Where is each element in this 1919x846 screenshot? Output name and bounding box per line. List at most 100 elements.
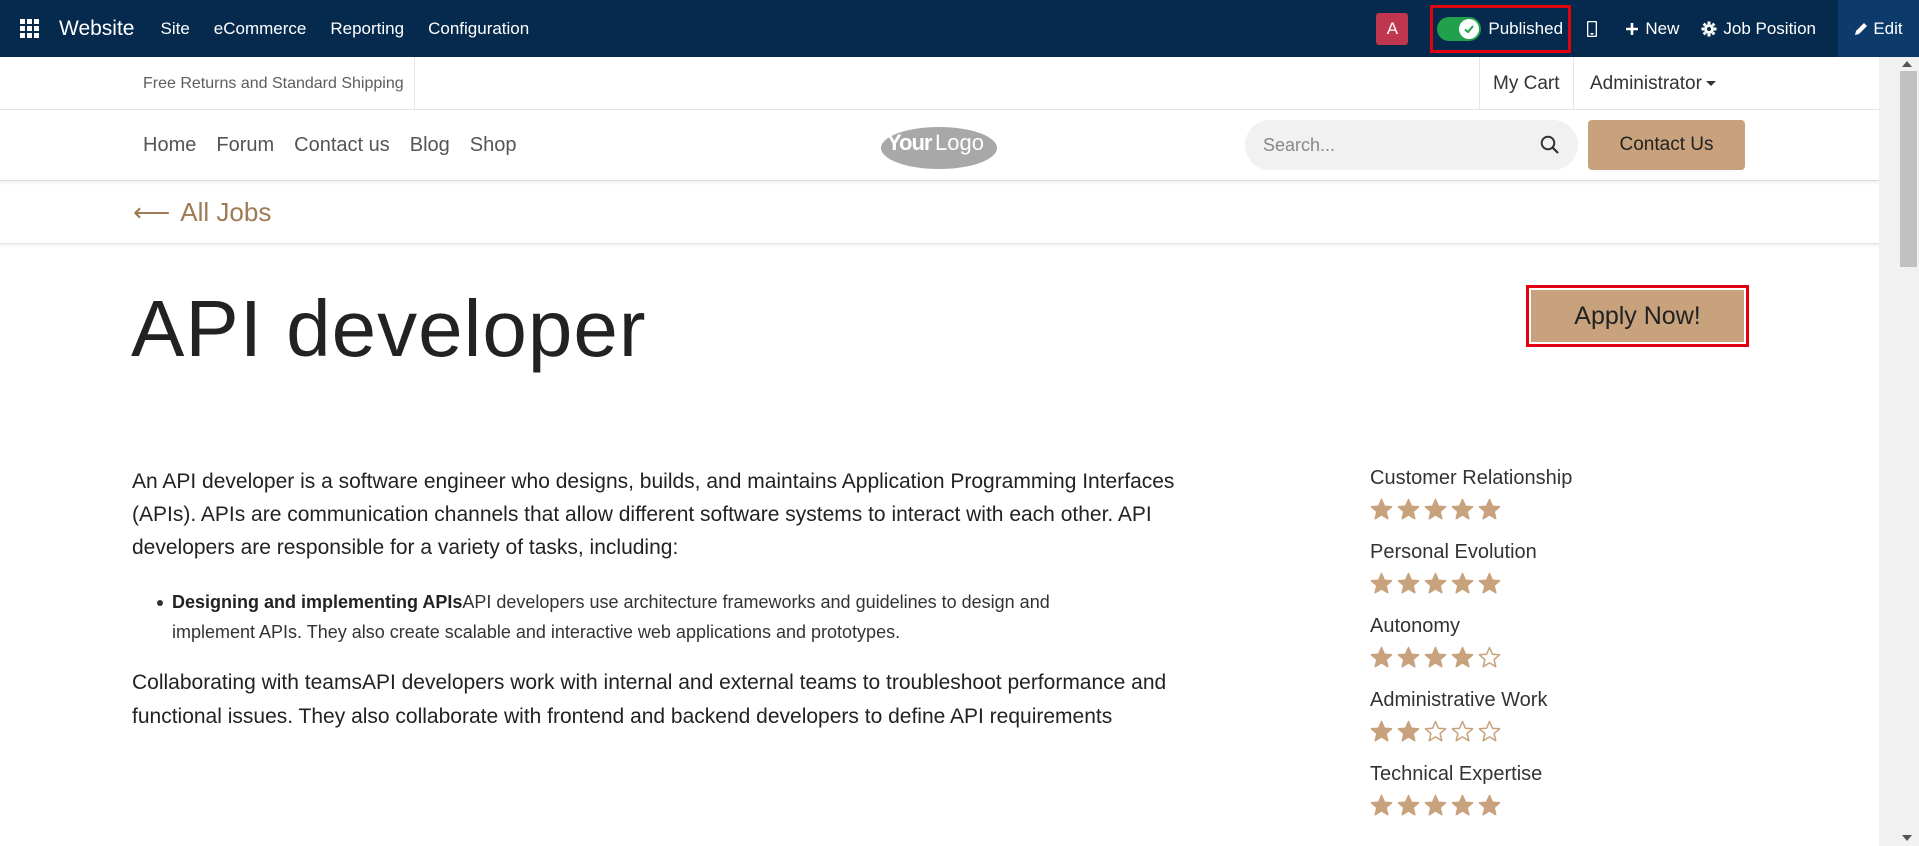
new-button[interactable]: New [1625, 19, 1679, 39]
nav-link-shop[interactable]: Shop [470, 134, 517, 157]
star-filled-icon [1370, 646, 1393, 669]
star-filled-icon [1424, 646, 1447, 669]
site-logo[interactable]: Your Logo [879, 122, 998, 170]
star-empty-icon [1478, 720, 1501, 743]
star-filled-icon [1424, 498, 1447, 521]
star-rating [1370, 494, 1670, 524]
skill-name: Autonomy [1370, 615, 1461, 637]
scrollbar-thumb[interactable] [1900, 71, 1917, 267]
star-filled-icon [1451, 646, 1474, 669]
scroll-up-arrow-icon[interactable] [1902, 61, 1912, 67]
toggle-switch[interactable] [1437, 16, 1482, 41]
bullet-icon [157, 600, 163, 606]
nav-link-home[interactable]: Home [143, 134, 196, 157]
skills-panel: Customer Relationship Personal Evolution… [1370, 462, 1670, 832]
apply-highlight: Apply Now! [1526, 285, 1749, 347]
star-filled-icon [1451, 572, 1474, 595]
avatar[interactable]: A [1376, 12, 1409, 45]
star-filled-icon [1478, 794, 1501, 817]
star-filled-icon [1424, 794, 1447, 817]
check-icon [1459, 18, 1480, 39]
all-jobs-link[interactable]: ⟵ All Jobs [133, 181, 271, 244]
star-rating [1370, 716, 1670, 746]
star-rating [1370, 642, 1670, 672]
star-filled-icon [1478, 498, 1501, 521]
star-filled-icon [1451, 794, 1474, 817]
star-filled-icon [1370, 572, 1393, 595]
menu-item-reporting[interactable]: Reporting [330, 19, 404, 39]
nav-link-blog[interactable]: Blog [410, 134, 450, 157]
skill-name: Customer Relationship [1370, 467, 1573, 489]
promo-bar: Free Returns and Standard Shipping My Ca… [0, 57, 1879, 110]
user-menu[interactable]: Administrator [1590, 57, 1716, 110]
page-title: API developer [131, 284, 647, 373]
published-label: Published [1488, 18, 1564, 38]
svg-text:Logo: Logo [935, 130, 984, 155]
skill-item: Personal Evolution [1370, 536, 1670, 610]
arrow-left-icon: ⟵ [133, 197, 171, 227]
admin-top-bar: Website Site eCommerce Reporting Configu… [0, 0, 1919, 57]
menu-item-site[interactable]: Site [160, 19, 189, 39]
mobile-preview-button[interactable] [1587, 20, 1603, 37]
menu-item-ecommerce[interactable]: eCommerce [214, 19, 307, 39]
contact-us-button[interactable]: Contact Us [1588, 120, 1745, 170]
page-scrollbar[interactable] [1879, 57, 1919, 846]
nav-link-contact-us[interactable]: Contact us [294, 134, 390, 157]
skill-name: Administrative Work [1370, 689, 1548, 711]
search-icon[interactable] [1540, 135, 1560, 155]
star-filled-icon [1424, 572, 1447, 595]
app-brand[interactable]: Website [59, 17, 134, 41]
skill-item: Technical Expertise [1370, 758, 1670, 832]
job-position-button[interactable]: Job Position [1701, 19, 1816, 39]
star-filled-icon [1397, 572, 1420, 595]
pencil-icon [1855, 22, 1868, 35]
job-description-continued: Collaborating with teamsAPI developers w… [132, 671, 1167, 728]
star-filled-icon [1397, 498, 1420, 521]
nav-link-forum[interactable]: Forum [216, 134, 274, 157]
promo-text: Free Returns and Standard Shipping [143, 57, 415, 110]
new-label: New [1645, 18, 1680, 38]
star-filled-icon [1451, 498, 1474, 521]
edit-button[interactable]: Edit [1838, 0, 1919, 57]
star-filled-icon [1370, 498, 1393, 521]
skill-item: Administrative Work [1370, 684, 1670, 758]
skill-item: Autonomy [1370, 610, 1670, 684]
breadcrumb-bar: ⟵ All Jobs [0, 181, 1879, 244]
main-navbar: Home Forum Contact us Blog Shop Your Log… [0, 110, 1879, 181]
skill-name: Technical Expertise [1370, 763, 1543, 785]
responsibility-list: Designing and implementing APIsAPI devel… [157, 587, 1132, 647]
plus-icon [1626, 22, 1639, 35]
apply-now-button[interactable]: Apply Now! [1531, 290, 1744, 342]
star-empty-icon [1424, 720, 1447, 743]
user-menu-label: Administrator [1590, 73, 1702, 94]
star-filled-icon [1370, 794, 1393, 817]
nav-links: Home Forum Contact us Blog Shop [143, 110, 537, 181]
skill-name: Personal Evolution [1370, 541, 1537, 563]
edit-label: Edit [1873, 18, 1903, 38]
job-description: An API developer is a software engineer … [132, 470, 1175, 559]
scroll-down-arrow-icon[interactable] [1902, 835, 1912, 841]
search-box [1245, 120, 1578, 170]
skill-item: Customer Relationship [1370, 462, 1670, 536]
published-toggle[interactable]: Published [1430, 4, 1572, 53]
caret-down-icon [1705, 81, 1716, 87]
svg-text:Your: Your [887, 130, 933, 155]
star-empty-icon [1451, 720, 1474, 743]
menu-item-configuration[interactable]: Configuration [428, 19, 529, 39]
star-filled-icon [1370, 720, 1393, 743]
mobile-icon [1587, 20, 1598, 37]
star-rating [1370, 568, 1670, 598]
search-input[interactable] [1263, 134, 1540, 156]
star-filled-icon [1397, 794, 1420, 817]
all-jobs-label: All Jobs [180, 197, 272, 227]
star-filled-icon [1478, 572, 1501, 595]
star-filled-icon [1397, 646, 1420, 669]
my-cart-link[interactable]: My Cart [1479, 57, 1574, 110]
bullet-title: Designing and implementing APIs [172, 592, 463, 612]
star-rating [1370, 790, 1670, 820]
star-empty-icon [1478, 646, 1501, 669]
star-filled-icon [1397, 720, 1420, 743]
job-position-label: Job Position [1723, 18, 1816, 38]
gear-icon [1701, 21, 1717, 36]
apps-grid-icon[interactable] [0, 0, 58, 57]
